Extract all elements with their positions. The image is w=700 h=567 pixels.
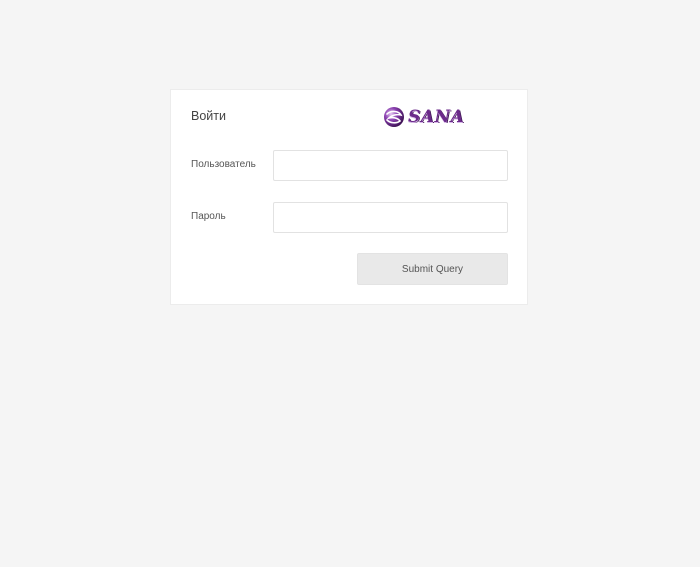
login-card: Войти SANA Пользователь Пароль Submit Qu…	[170, 89, 528, 305]
username-label: Пользователь	[191, 159, 256, 170]
password-label: Пароль	[191, 211, 226, 222]
password-input[interactable]	[273, 202, 508, 233]
sana-logo: SANA	[383, 104, 464, 130]
submit-button[interactable]: Submit Query	[357, 253, 508, 285]
username-input[interactable]	[273, 150, 508, 181]
sana-globe-logo-icon	[384, 107, 404, 127]
logo-text: SANA	[408, 107, 465, 127]
login-title: Войти	[191, 109, 226, 123]
